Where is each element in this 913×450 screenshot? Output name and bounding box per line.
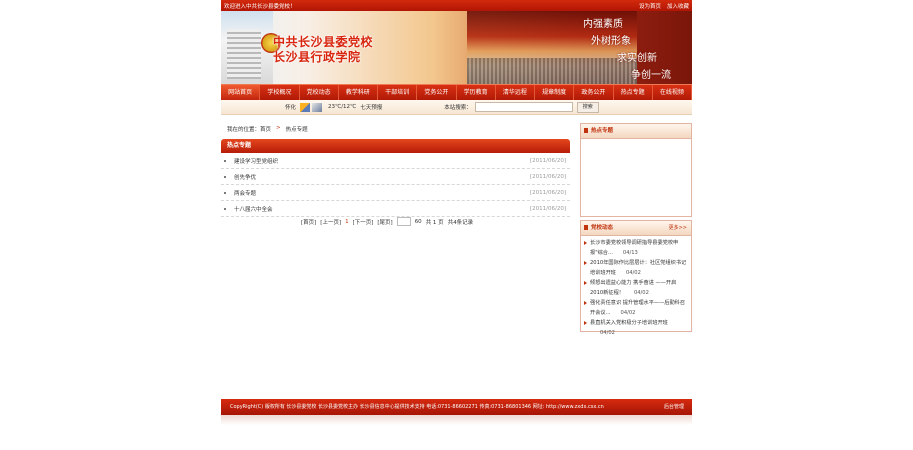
slogan-3: 求实创新	[617, 53, 657, 64]
sidebar-news-header: 党校动态 更多>>	[581, 221, 691, 236]
list-item-date: [2011/06/20]	[530, 157, 566, 164]
pager-count: 60	[414, 218, 422, 225]
list-item-title[interactable]: 十八届六中全会	[234, 205, 530, 213]
bullet-icon	[224, 191, 226, 194]
nav-item-cadre-training[interactable]: 干部培训	[378, 85, 418, 100]
bullet-icon	[224, 159, 226, 162]
news-item[interactable]: 2010年国际作比层层计：社区党组织书记培训班开班 04/02	[584, 258, 688, 278]
news-item[interactable]: 长沙市委党校领导调研指导县委党校申报"综合... 04/13	[584, 238, 688, 258]
nav-item-school-news[interactable]: 党校动态	[300, 85, 339, 100]
news-item[interactable]: 倾怒出遗益心能力 携手奋进 ——开启2010新征程！ 04/02	[584, 278, 688, 298]
news-date: 04/02	[625, 270, 641, 276]
banner: 中共长沙县委党校 长沙县行政学院 内强素质 外树形象 求实创新 争创一流	[221, 11, 692, 84]
news-item[interactable]: 县直机关入党积极分子培训班开班 04/02	[584, 318, 688, 338]
pager-records: 共4条记录	[447, 219, 474, 226]
hot-topics-header: 热点专题	[221, 139, 570, 153]
breadcrumb-current: 热点专题	[285, 127, 308, 133]
news-date: 04/02	[620, 310, 636, 316]
news-item[interactable]: 强化责任意识 提升管理水平——后勤科召开会议... 04/02	[584, 298, 688, 318]
footer: CopyRight(C) 版权所有 长沙县委党校 长沙县委党校主办 长沙县信息中…	[221, 399, 692, 415]
sidebar-hot-topics: 热点专题	[580, 123, 692, 217]
breadcrumb-prefix[interactable]: 我在的位置：首页	[227, 125, 271, 133]
add-favorite-link[interactable]: 加入收藏	[667, 2, 689, 10]
slogan-1: 内强素质	[583, 19, 623, 30]
slogan-4: 争创一流	[631, 70, 671, 81]
news-list: 长沙市委党校领导调研指导县委党校申报"综合... 04/13 2010年国际作比层…	[581, 236, 691, 338]
pager-last[interactable]: [尾页]	[377, 218, 392, 226]
welcome-text: 欢迎进入中共长沙县委党校！	[224, 3, 296, 10]
pager-pages: 共 1 页	[425, 219, 444, 226]
nav-item-hot-topics[interactable]: 热点专题	[614, 85, 653, 100]
weather-temperature: 23℃/12℃	[328, 104, 357, 110]
list-item[interactable]: 十八届六中全会 [2011/06/20]	[221, 201, 570, 217]
news-title[interactable]: 县直机关入党积极分子培训班开班	[590, 320, 668, 326]
news-date: 04/02	[633, 290, 649, 296]
list-item-title[interactable]: 建设学习型党组织	[234, 157, 530, 165]
news-date: 04/02	[600, 330, 615, 336]
list-item-date: [2011/06/20]	[530, 205, 566, 212]
set-home-link[interactable]: 设为首页	[639, 2, 661, 10]
search-input[interactable]	[474, 102, 573, 112]
nav-item-degree-education[interactable]: 学历教育	[457, 85, 496, 100]
nav-item-tsinghua-remote[interactable]: 清华远程	[496, 85, 535, 100]
pager-prev[interactable]: [上一页]	[320, 218, 341, 226]
search-button[interactable]: 搜索	[576, 101, 599, 113]
more-link[interactable]: 更多>>	[669, 221, 687, 235]
cloudy-weather-icon	[312, 102, 323, 112]
admin-link[interactable]: 后台管理	[664, 399, 684, 415]
banner-title-academy: 长沙县行政学院	[273, 50, 361, 64]
nav-item-government-affairs[interactable]: 政务公开	[574, 85, 614, 100]
top-links: 设为首页 加入收藏	[639, 2, 689, 10]
pagination: [首页] [上一页] 1 [下一页] [尾页] 60 共 1 页 共4条记录	[301, 217, 473, 226]
sunny-weather-icon	[300, 102, 311, 112]
pager-next[interactable]: [下一页]	[353, 218, 374, 226]
page: 欢迎进入中共长沙县委党校！ 设为首页 加入收藏 中共长沙县委党校 长沙县行政学院…	[221, 0, 692, 450]
breadcrumb-separator: >	[276, 125, 281, 131]
sidebar-school-news: 党校动态 更多>> 长沙市委党校领导调研指导县委党校申报"综合... 04/13 …	[580, 220, 692, 336]
breadcrumb: 我在的位置：首页 > 热点专题	[227, 125, 308, 133]
list-item-title[interactable]: 两会专题	[234, 189, 530, 197]
list-item-date: [2011/06/20]	[530, 189, 566, 196]
weather-city: 怀化	[285, 105, 297, 111]
top-bar: 欢迎进入中共长沙县委党校！ 设为首页 加入收藏	[221, 0, 692, 11]
list-item[interactable]: 创先争优 [2011/06/20]	[221, 169, 570, 185]
nav-item-party-affairs[interactable]: 党务公开	[417, 85, 457, 100]
list-item[interactable]: 建设学习型党组织 [2011/06/20]	[221, 153, 570, 169]
nav-item-school-overview[interactable]: 学校概况	[260, 85, 300, 100]
bullet-icon	[224, 175, 226, 178]
nav-item-teaching-research[interactable]: 教学科研	[339, 85, 378, 100]
footer-shadow	[221, 415, 692, 425]
pager-first[interactable]: [首页]	[301, 218, 316, 226]
pager-jump-box[interactable]	[396, 217, 411, 226]
slogan-2: 外树形象	[591, 36, 631, 47]
list-item-date: [2011/06/20]	[530, 173, 566, 180]
sidebar-news-title: 党校动态	[591, 225, 614, 231]
weather-forecast-link[interactable]: 七天预报	[360, 103, 382, 111]
sidebar-hot-topics-header: 热点专题	[581, 124, 691, 139]
weather-search-strip: 怀化 23℃/12℃ 七天预报 本站搜索： 搜索	[221, 100, 692, 115]
bullet-icon	[224, 207, 226, 210]
list-item[interactable]: 两会专题 [2011/06/20]	[221, 185, 570, 201]
main-nav: 网站首页 学校概况 党校动态 教学科研 干部培训 党务公开 学历教育 清华远程 …	[221, 84, 692, 100]
hot-topics-panel: 热点专题 建设学习型党组织 [2011/06/20] 创先争优 [2011/06…	[221, 139, 570, 217]
news-title[interactable]: 强化责任意识 提升管理水平——后勤科召开会议...	[590, 300, 685, 316]
news-date: 04/13	[622, 250, 638, 256]
nav-item-online-video[interactable]: 在线视频	[653, 85, 692, 100]
pager-current: 1	[345, 218, 349, 225]
nav-item-regulations[interactable]: 规章制度	[535, 85, 575, 100]
list-item-title[interactable]: 创先争优	[234, 173, 530, 181]
nav-item-home[interactable]: 网站首页	[221, 85, 261, 100]
search-label: 本站搜索：	[444, 105, 472, 111]
footer-copyright: CopyRight(C) 版权所有 长沙县委党校 长沙县委党校主办 长沙县信息中…	[230, 404, 604, 410]
